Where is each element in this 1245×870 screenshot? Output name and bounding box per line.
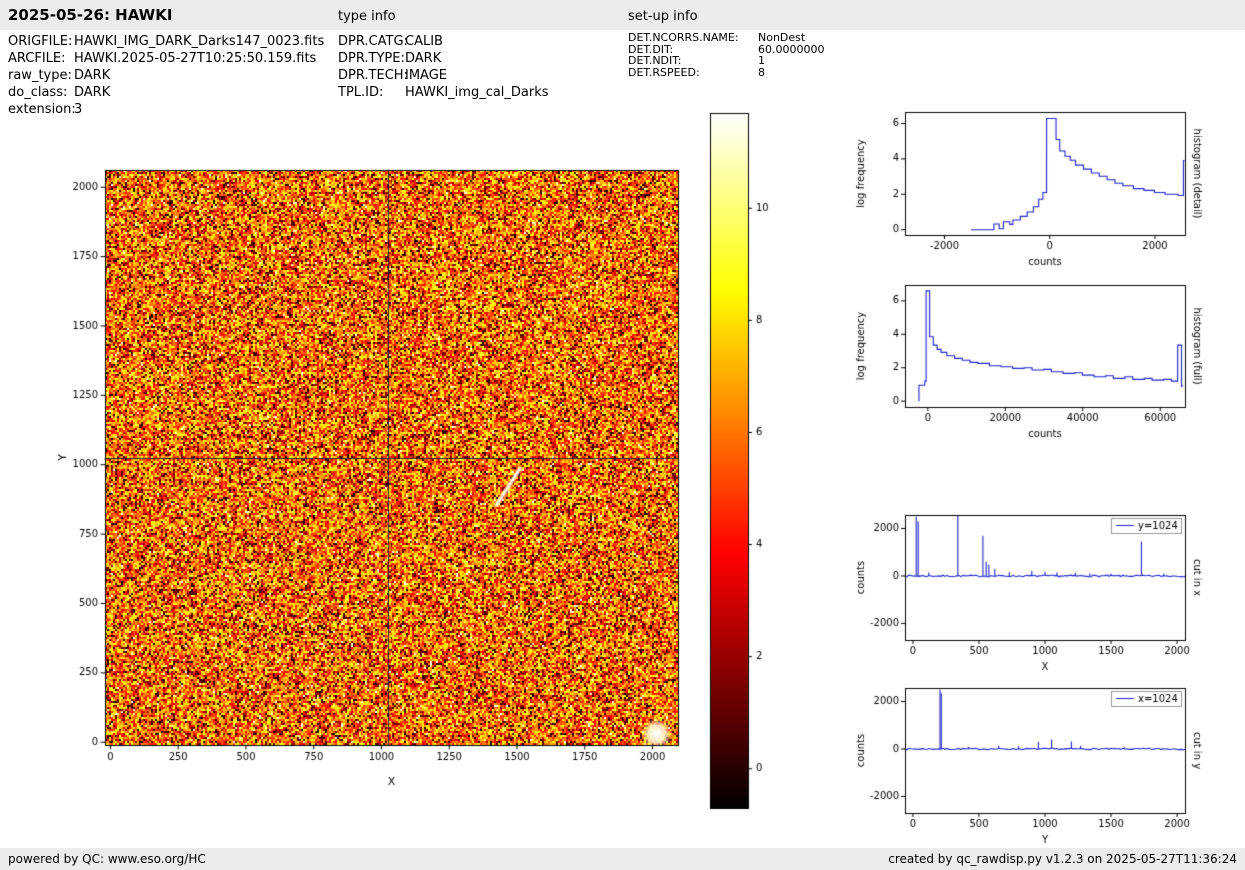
meta-value: HAWKI_IMG_DARK_Darks147_0023.fits bbox=[74, 34, 325, 49]
meta-label: extension: bbox=[8, 102, 76, 117]
meta-value: HAWKI.2025-05-27T10:25:50.159.fits bbox=[74, 51, 317, 66]
meta-label: DPR.CATG: bbox=[338, 34, 408, 49]
type-info-heading: type info bbox=[338, 9, 396, 24]
meta-label: ARCFILE: bbox=[8, 51, 66, 66]
footer-bar: powered by QC: www.eso.org/HC created by… bbox=[0, 848, 1245, 870]
cut-in-x-plot bbox=[850, 503, 1215, 688]
meta-label: TPL.ID: bbox=[338, 85, 384, 100]
meta-value: DARK bbox=[74, 68, 111, 83]
meta-row: DPR.TYPE:DARK bbox=[338, 50, 549, 67]
meta-value: IMAGE bbox=[405, 68, 448, 83]
file-info-block: ORIGFILE: HAWKI_IMG_DARK_Darks147_0023.fi… bbox=[8, 33, 324, 118]
meta-label: DET.NDIT: bbox=[628, 54, 682, 67]
meta-value: 3 bbox=[74, 102, 83, 117]
histogram-full-plot bbox=[850, 273, 1215, 453]
meta-value: DARK bbox=[405, 51, 442, 66]
meta-row: DPR.TECH:IMAGE bbox=[338, 67, 549, 84]
meta-value: 8 bbox=[758, 65, 765, 79]
footer-created-by: created by qc_rawdisp.py v1.2.3 on 2025-… bbox=[888, 852, 1237, 866]
meta-value: DARK bbox=[74, 85, 111, 100]
meta-row: extension:3 bbox=[8, 101, 324, 118]
meta-label: DET.NCORRS.NAME: bbox=[628, 31, 739, 44]
header-bar: 2025-05-26: HAWKI type info set-up info bbox=[0, 0, 1245, 30]
meta-row: ARCFILE: HAWKI.2025-05-27T10:25:50.159.fi… bbox=[8, 50, 324, 67]
meta-label: do_class: bbox=[8, 85, 68, 100]
cut-in-y-plot bbox=[850, 676, 1215, 861]
meta-label: raw_type: bbox=[8, 68, 72, 83]
qc-report-page: { "header": { "title": "2025-05-26: HAWK… bbox=[0, 0, 1245, 870]
setup-info-heading: set-up info bbox=[628, 9, 698, 24]
meta-value: CALIB bbox=[405, 34, 443, 49]
meta-row: TPL.ID: HAWKI_img_cal_Darks bbox=[338, 84, 549, 101]
meta-row: do_class: DARK bbox=[8, 84, 324, 101]
meta-row: DPR.CATG:CALIB bbox=[338, 33, 549, 50]
meta-value: HAWKI_img_cal_Darks bbox=[405, 85, 549, 100]
raw-image-plot bbox=[40, 130, 700, 820]
footer-powered-by: powered by QC: www.eso.org/HC bbox=[8, 852, 206, 866]
meta-value: 60.0000000 bbox=[758, 42, 825, 56]
meta-row: DET.RSPEED: 8 bbox=[628, 65, 824, 79]
meta-row: ORIGFILE: HAWKI_IMG_DARK_Darks147_0023.fi… bbox=[8, 33, 324, 50]
type-info-block: DPR.CATG:CALIB DPR.TYPE:DARK DPR.TECH:IM… bbox=[338, 33, 549, 101]
meta-row: DET.NDIT: 1 bbox=[628, 55, 824, 67]
meta-label: DET.RSPEED: bbox=[628, 65, 700, 79]
page-title: 2025-05-26: HAWKI bbox=[8, 6, 173, 24]
meta-label: DPR.TYPE: bbox=[338, 51, 405, 66]
meta-label: ORIGFILE: bbox=[8, 34, 73, 49]
setup-info-block: DET.NCORRS.NAME: NonDest DET.DIT: 60.00000… bbox=[628, 32, 824, 78]
colorbar bbox=[698, 100, 812, 820]
histogram-detail-plot bbox=[850, 100, 1215, 280]
meta-label: DPR.TECH: bbox=[338, 68, 408, 83]
meta-row: raw_type: DARK bbox=[8, 67, 324, 84]
